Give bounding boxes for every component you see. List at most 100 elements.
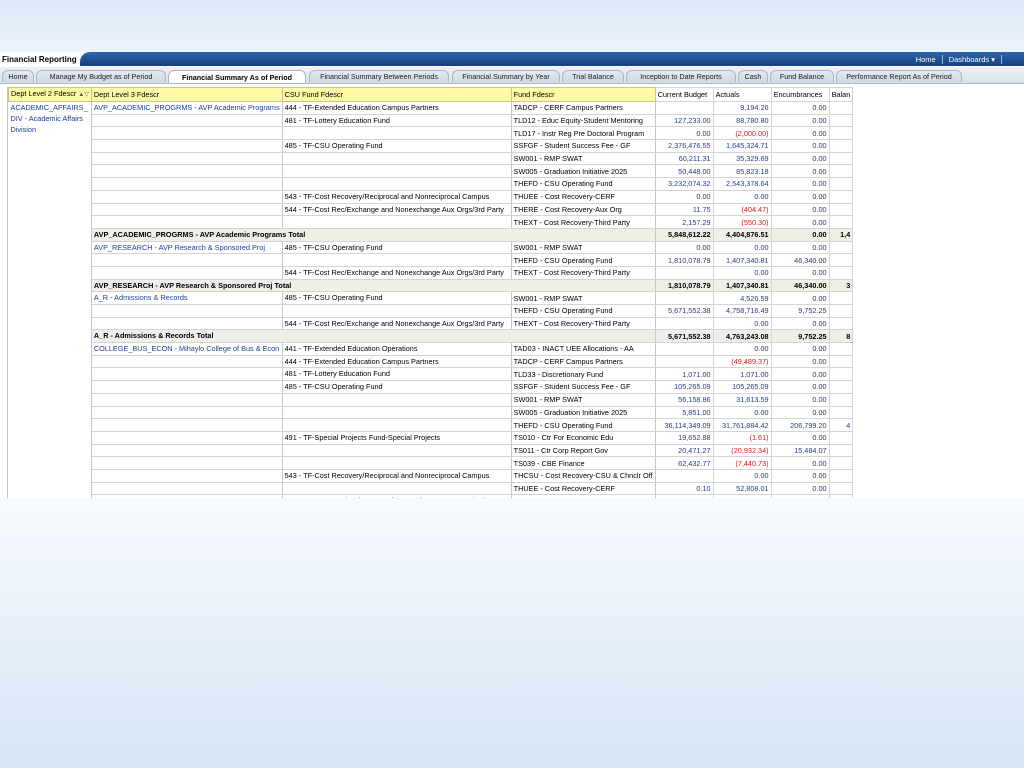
balance-cell[interactable] — [829, 139, 854, 153]
current-budget-cell[interactable] — [655, 291, 714, 305]
balance-cell[interactable]: 1,4 — [829, 228, 854, 242]
encumbrances-cell[interactable]: 0.00 — [771, 228, 830, 242]
balance-cell[interactable]: 8 — [829, 329, 854, 344]
balance-cell[interactable] — [829, 367, 854, 382]
actuals-cell[interactable]: (550.30) — [713, 215, 772, 229]
current-budget-cell[interactable]: 2,157.29 — [655, 215, 714, 229]
balance-cell[interactable] — [829, 101, 854, 115]
current-budget-cell[interactable] — [655, 342, 714, 356]
balance-cell[interactable]: 4 — [829, 418, 854, 432]
balance-cell[interactable] — [829, 164, 854, 179]
actuals-cell[interactable]: 0.00 — [713, 317, 772, 331]
encumbrances-cell[interactable]: 0.00 — [771, 342, 830, 356]
balance-cell[interactable] — [829, 203, 854, 217]
col-header-current-budget[interactable]: Current Budget — [654, 87, 714, 102]
encumbrances-cell[interactable]: 206,799.20 — [771, 418, 830, 432]
encumbrances-cell[interactable]: 0.00 — [771, 291, 830, 305]
balance-cell[interactable] — [829, 152, 854, 166]
balance-cell[interactable] — [829, 266, 854, 280]
actuals-cell[interactable]: (404.47) — [713, 203, 772, 217]
col-header-csu-fund[interactable]: CSU Fund Fdescr — [281, 87, 512, 102]
current-budget-cell[interactable]: 5,671,552.38 — [655, 329, 714, 344]
encumbrances-cell[interactable]: 0.00 — [771, 152, 830, 166]
balance-cell[interactable] — [829, 342, 854, 356]
balance-cell[interactable] — [829, 215, 854, 229]
current-budget-cell[interactable]: 5,848,612.22 — [655, 228, 714, 242]
encumbrances-cell[interactable]: 0.00 — [771, 114, 830, 128]
balance-cell[interactable] — [829, 317, 854, 331]
encumbrances-cell[interactable]: 0.00 — [771, 177, 830, 191]
tab-home[interactable]: Home — [2, 70, 34, 82]
actuals-cell[interactable]: 1,071.00 — [713, 367, 772, 382]
current-budget-cell[interactable]: 1,147.34 — [655, 494, 714, 498]
tab-financial-summary-by-year[interactable]: Financial Summary by Year — [452, 70, 560, 82]
encumbrances-cell[interactable]: 0.00 — [771, 241, 830, 255]
tab-inception-to-date[interactable]: Inception to Date Reports — [626, 70, 736, 82]
current-budget-cell[interactable]: 20,471.27 — [655, 444, 714, 458]
balance-cell[interactable] — [829, 456, 854, 470]
balance-cell[interactable]: 3 — [829, 279, 854, 293]
tab-financial-summary-as-of-period[interactable]: Financial Summary As of Period — [168, 70, 306, 83]
encumbrances-cell[interactable]: 0.00 — [771, 126, 830, 141]
balance-cell[interactable] — [829, 304, 854, 318]
current-budget-cell[interactable]: 5,671,552.38 — [655, 304, 714, 318]
actuals-cell[interactable]: (2,000.00) — [713, 126, 772, 141]
balance-cell[interactable] — [829, 469, 854, 483]
actuals-cell[interactable]: 0.00 — [713, 342, 772, 356]
actuals-cell[interactable]: 0.00 — [713, 266, 772, 280]
balance-cell[interactable] — [829, 494, 854, 498]
current-budget-cell[interactable]: 56,158.86 — [655, 393, 714, 407]
actuals-cell[interactable]: 0.00 — [713, 241, 772, 255]
encumbrances-cell[interactable]: 9,752.25 — [771, 304, 830, 318]
encumbrances-cell[interactable]: 0.00 — [771, 456, 830, 470]
balance-cell[interactable] — [829, 190, 854, 204]
encumbrances-cell[interactable]: 0.00 — [771, 203, 830, 217]
dashboards-menu[interactable]: Dashboards ▾ — [943, 55, 1001, 64]
actuals-cell[interactable]: (49,489.37) — [713, 355, 772, 369]
actuals-cell[interactable]: 1,407,340.81 — [713, 279, 772, 293]
encumbrances-cell[interactable]: 0.00 — [771, 431, 830, 445]
tab-manage-my-budget[interactable]: Manage My Budget as of Period — [36, 70, 166, 82]
current-budget-cell[interactable]: 36,114,349.09 — [655, 418, 714, 432]
actuals-cell[interactable]: (7,440.73) — [713, 456, 772, 470]
actuals-cell[interactable]: 85,823.18 — [713, 164, 772, 179]
actuals-cell[interactable]: 9,194.26 — [713, 101, 772, 115]
encumbrances-cell[interactable]: 0.00 — [771, 380, 830, 394]
dept-level-3-cell[interactable]: COLLEGE_BUS_ECON - Mihaylo College of Bu… — [91, 342, 283, 356]
encumbrances-cell[interactable]: 46,340.00 — [771, 279, 830, 293]
current-budget-cell[interactable]: 19,652.88 — [655, 431, 714, 445]
current-budget-cell[interactable]: 1,810,078.79 — [655, 279, 714, 293]
balance-cell[interactable] — [829, 177, 854, 191]
current-budget-cell[interactable] — [655, 101, 714, 115]
balance-cell[interactable] — [829, 253, 854, 267]
actuals-cell[interactable]: 0.00 — [713, 406, 772, 420]
sort-icon[interactable]: ▲▽ — [78, 92, 89, 98]
encumbrances-cell[interactable]: 0.00 — [771, 494, 830, 498]
current-budget-cell[interactable]: 3,232,074.32 — [655, 177, 714, 191]
current-budget-cell[interactable]: 1,071.00 — [655, 367, 714, 382]
current-budget-cell[interactable]: 0.10 — [655, 482, 714, 496]
col-header-balance[interactable]: Balan — [828, 87, 854, 102]
actuals-cell[interactable]: 31,613.59 — [713, 393, 772, 407]
current-budget-cell[interactable] — [655, 317, 714, 331]
current-budget-cell[interactable]: 105,265.09 — [655, 380, 714, 394]
actuals-cell[interactable]: 105,265.09 — [713, 380, 772, 394]
actuals-cell[interactable]: 88,780.80 — [713, 114, 772, 128]
balance-cell[interactable] — [829, 431, 854, 445]
actuals-cell[interactable]: 4,763,243.08 — [713, 329, 772, 344]
encumbrances-cell[interactable]: 0.00 — [771, 164, 830, 179]
col-header-dept-level-3[interactable]: Dept Level 3 Fdescr — [90, 87, 283, 102]
actuals-cell[interactable]: (20,932.34) — [713, 444, 772, 458]
encumbrances-cell[interactable]: 0.00 — [771, 367, 830, 382]
encumbrances-cell[interactable]: 9,752.25 — [771, 329, 830, 344]
balance-cell[interactable] — [829, 393, 854, 407]
encumbrances-cell[interactable]: 0.00 — [771, 139, 830, 153]
actuals-cell[interactable]: 52,808.01 — [713, 482, 772, 496]
current-budget-cell[interactable]: 60,211.31 — [655, 152, 714, 166]
encumbrances-cell[interactable]: 46,340.00 — [771, 253, 830, 267]
current-budget-cell[interactable]: 5,851.00 — [655, 406, 714, 420]
current-budget-cell[interactable]: 1,810,078.79 — [655, 253, 714, 267]
current-budget-cell[interactable] — [655, 355, 714, 369]
encumbrances-cell[interactable]: 0.00 — [771, 101, 830, 115]
balance-cell[interactable] — [829, 444, 854, 458]
